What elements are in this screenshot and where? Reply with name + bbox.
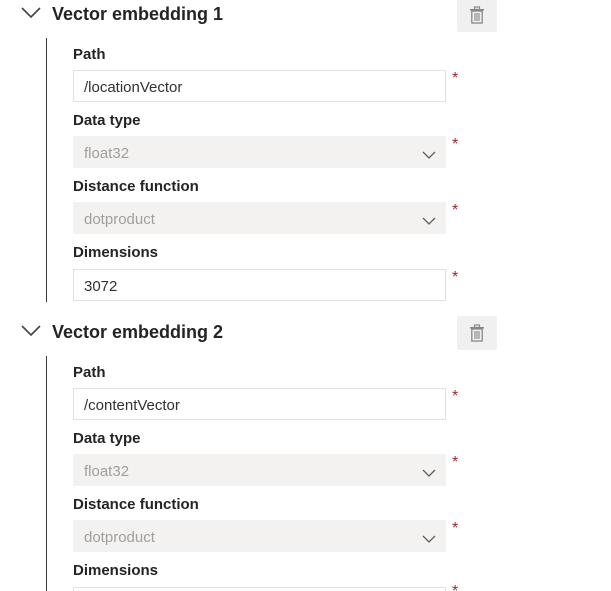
required-indicator: * bbox=[452, 202, 459, 219]
section-header[interactable]: Vector embedding 1 bbox=[0, 0, 611, 34]
dimensions-label: Dimensions bbox=[73, 562, 159, 579]
path-label: Path bbox=[73, 364, 106, 381]
path-input[interactable]: /contentVector bbox=[73, 388, 446, 420]
dimensions-label: Dimensions bbox=[73, 244, 159, 261]
data-type-value: float32 bbox=[84, 145, 130, 162]
distance-function-dropdown[interactable]: dotproduct bbox=[73, 520, 446, 552]
path-label: Path bbox=[73, 46, 106, 63]
required-indicator: * bbox=[452, 136, 459, 153]
required-indicator: * bbox=[452, 388, 459, 405]
data-type-value: float32 bbox=[84, 463, 130, 480]
vector-embedding-section: Vector embedding 1 Path /locationVector … bbox=[0, 0, 611, 318]
section-header[interactable]: Vector embedding 2 bbox=[0, 316, 611, 352]
section-divider bbox=[46, 38, 47, 302]
dimensions-input[interactable]: 3072 bbox=[73, 269, 446, 301]
distance-function-label: Distance function bbox=[73, 178, 199, 195]
chevron-down-icon bbox=[422, 151, 436, 159]
path-input[interactable]: /locationVector bbox=[73, 70, 446, 102]
chevron-down-icon bbox=[422, 217, 436, 225]
required-indicator: * bbox=[452, 584, 458, 591]
distance-function-label: Distance function bbox=[73, 496, 199, 513]
data-type-label: Data type bbox=[73, 430, 141, 447]
trash-icon bbox=[470, 6, 484, 24]
data-type-dropdown[interactable]: float32 bbox=[73, 136, 446, 168]
chevron-down-icon[interactable] bbox=[20, 6, 42, 20]
required-indicator: * bbox=[452, 70, 459, 87]
section-title: Vector embedding 1 bbox=[52, 4, 224, 24]
chevron-down-icon bbox=[422, 469, 436, 477]
dimensions-value: 3072 bbox=[84, 278, 118, 295]
delete-button[interactable] bbox=[457, 316, 497, 350]
chevron-down-icon bbox=[422, 535, 436, 543]
distance-function-dropdown[interactable]: dotproduct bbox=[73, 202, 446, 234]
distance-function-value: dotproduct bbox=[84, 529, 155, 546]
delete-button[interactable] bbox=[457, 0, 497, 32]
section-title: Vector embedding 2 bbox=[52, 322, 224, 342]
vector-embedding-section: Vector embedding 2 Path /contentVector *… bbox=[0, 316, 611, 591]
distance-function-value: dotproduct bbox=[84, 211, 155, 228]
required-indicator: * bbox=[452, 520, 459, 537]
trash-icon bbox=[470, 324, 484, 342]
required-indicator: * bbox=[452, 454, 459, 471]
section-divider bbox=[46, 356, 47, 591]
data-type-label: Data type bbox=[73, 112, 141, 129]
path-value: /contentVector bbox=[84, 397, 180, 414]
chevron-down-icon[interactable] bbox=[20, 324, 42, 338]
path-value: /locationVector bbox=[84, 79, 183, 96]
required-indicator: * bbox=[452, 269, 459, 286]
data-type-dropdown[interactable]: float32 bbox=[73, 454, 446, 486]
dimensions-input[interactable] bbox=[73, 587, 446, 591]
